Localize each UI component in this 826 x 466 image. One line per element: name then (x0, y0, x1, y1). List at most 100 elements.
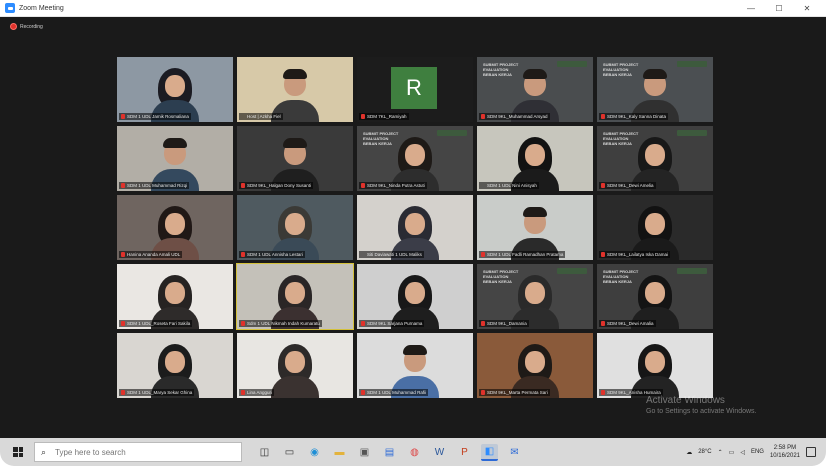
muted-mic-icon (481, 114, 485, 119)
maximize-button[interactable]: ☐ (774, 0, 784, 17)
network-icon[interactable]: ▭ (729, 449, 735, 456)
participant-name-text: SDM 9KL_Lailatya Iska Damai (607, 252, 669, 257)
muted-mic-icon (601, 390, 605, 395)
participant-name: SDM 7KL_Ramiyah (359, 113, 409, 120)
participant-tile[interactable]: Siti Daviawati 1 UDL Maliks (357, 195, 473, 260)
zoom-icon[interactable]: ◧ (481, 443, 498, 461)
participant-tile[interactable]: Sdm 1 UDL Nikmah Indah Kumaratu (236, 263, 354, 330)
participant-tile[interactable]: SDM 9KL_Halgan Dony Susanti (237, 126, 353, 191)
participant-name-text: Sdm 1 UDL Nikmah Indah Kumaratu (247, 321, 320, 326)
muted-mic-icon (241, 183, 245, 188)
tray-chevron-icon[interactable]: ⌃ (718, 449, 723, 456)
language-indicator[interactable]: ENG (751, 449, 764, 455)
file-explorer-icon[interactable]: ▭ (281, 444, 298, 461)
window-title: Zoom Meeting (19, 4, 64, 12)
participant-tile[interactable]: SDM 1 UDL Muhammad Rizqi (117, 126, 233, 191)
participant-tile[interactable]: SUBMIT PROJECT EVALUATION BEBAN KERJA SDM 9… (477, 264, 593, 329)
muted-mic-icon (481, 252, 485, 257)
muted-mic-icon (121, 252, 125, 257)
muted-mic-icon (361, 183, 365, 188)
windows-logo-icon (13, 447, 23, 457)
overlay-line: BEBAN KERJA (603, 72, 632, 77)
minimize-button[interactable]: — (746, 0, 756, 17)
participant-tile[interactable]: R SDM 7KL_Ramiyah (357, 57, 473, 122)
edge-icon[interactable]: ◉ (306, 444, 323, 461)
record-icon (10, 23, 17, 30)
virtual-background-text: SUBMIT PROJECT EVALUATION BEBAN KERJA (483, 62, 518, 77)
participant-name-text: SDM 1 UDL_Marya Sekar Ghina (127, 390, 193, 395)
photos-icon[interactable]: ▤ (381, 444, 398, 461)
participant-name-text: SDM 1 UDL Muhammad Rizqi (127, 183, 188, 188)
participant-name: Host | Azkha Fiel (239, 113, 283, 120)
participant-tile[interactable]: SDM 1 UDL_Marya Sekar Ghina (117, 333, 233, 398)
participant-tile[interactable]: SUBMIT PROJECT EVALUATION BEBAN KERJA SDM 9… (597, 126, 713, 191)
participant-tile[interactable]: Hanina Ananda Amali UDL (117, 195, 233, 260)
close-button[interactable]: ✕ (802, 0, 812, 17)
participant-name: Lina Anggun (239, 389, 275, 396)
clock-time: 2:58 PM (773, 445, 797, 451)
participant-tile[interactable]: SUBMIT PROJECT EVALUATION BEBAN KERJA SDM 9… (597, 57, 713, 122)
participant-name: SDM 9KL_Dewi Amalia (599, 320, 656, 327)
participant-name: SDM 9KL_Damania (479, 320, 529, 327)
participant-tile[interactable]: Lina Anggun (237, 333, 353, 398)
mail-icon[interactable]: ✉ (506, 444, 523, 461)
participant-tile[interactable]: SDM 1 UDL Jamik Rosmaliana (117, 57, 233, 122)
participant-name-text: SDM 9KL_Dewi Amalia (607, 321, 654, 326)
participant-tile[interactable]: SUBMIT PROJECT EVALUATION BEBAN KERJA SDM 9… (597, 264, 713, 329)
participant-tile[interactable]: Host | Azkha Fiel (237, 57, 353, 122)
participant-tile[interactable]: SDM 1 UDL_Roseta Fari Sakila (117, 264, 233, 329)
system-tray: ☁ 28°C ⌃ ▭ ◁ ENG 2:58 PM 10/16/2021 (686, 438, 816, 466)
participant-name-text: SDM 1 UDL Fadli Ramadhan Pratama (487, 252, 564, 257)
participant-tile[interactable]: SDM 9KL_Lailatya Iska Damai (597, 195, 713, 260)
overlay-badge (677, 268, 707, 274)
clock-date: 10/16/2021 (769, 453, 800, 459)
muted-mic-icon (601, 321, 605, 326)
participant-tile[interactable]: SDM 9KL Sarjana Purnama (357, 264, 473, 329)
participant-name-text: SDM 9KL_Dewi Amelia (607, 183, 654, 188)
volume-icon[interactable]: ◁ (740, 449, 745, 456)
participant-name: SDM 9KL_Marta Permata Sari (479, 389, 550, 396)
watermark-title: Activate Windows (646, 395, 725, 406)
participant-tile[interactable]: SUBMIT PROJECT EVALUATION BEBAN KERJA SDM 9… (357, 126, 473, 191)
temperature-label[interactable]: 28°C (698, 449, 711, 455)
participant-video (267, 342, 323, 398)
overlay-line: BEBAN KERJA (483, 72, 512, 77)
weather-icon[interactable]: ☁ (686, 449, 692, 456)
task-view-icon[interactable]: ◫ (256, 444, 273, 461)
participant-name: SDM 1 UDL Nini Anisyah (479, 182, 539, 189)
participant-name-text: Siti Daviawati 1 UDL Maliks (367, 252, 422, 257)
participant-name: SDM 1 UDL Annisha Lestari (239, 251, 305, 258)
participant-tile[interactable]: SDM 9KL_Anisha Humaira (597, 333, 713, 398)
search-input[interactable] (55, 447, 225, 457)
participant-tile[interactable]: SUBMIT PROJECT EVALUATION BEBAN KERJA SDM 9… (477, 57, 593, 122)
participant-name: SDM 1 UDL Jamik Rosmaliana (119, 113, 191, 120)
watermark-subtitle: Go to Settings to activate Windows. (646, 408, 757, 415)
participant-tile[interactable]: SDM 1 UDL Fadli Ramadhan Pratama (477, 195, 593, 260)
notification-icon[interactable] (806, 447, 816, 457)
taskbar-search[interactable]: ⌕ (34, 442, 242, 462)
word-icon[interactable]: W (431, 444, 448, 461)
participant-name: SDM 1 UDL_Roseta Fari Sakila (119, 320, 193, 327)
participant-name: SDM 9KL_Halgan Dony Susanti (239, 182, 314, 189)
participant-name: SDM 9KL_Kaly Sanna Dinata (599, 113, 669, 120)
participant-name-text: SDM 7KL_Ramiyah (367, 114, 407, 119)
window-titlebar[interactable]: Zoom Meeting — ☐ ✕ (0, 0, 826, 17)
start-button[interactable] (8, 438, 28, 466)
participant-name: SDM 9KL_Ninda Putra Astuti (359, 182, 427, 189)
store-icon[interactable]: ▣ (356, 444, 373, 461)
muted-mic-icon (481, 321, 485, 326)
participant-name-text: SDM 9KL_Kaly Sanna Dinata (607, 114, 667, 119)
muted-mic-icon (361, 114, 365, 119)
participant-tile[interactable]: SDM 9KL_Marta Permata Sari (477, 333, 593, 398)
powerpoint-icon[interactable]: P (456, 444, 473, 461)
participant-tile[interactable]: SDM 1 UDL Annisha Lestari (237, 195, 353, 260)
muted-mic-icon (121, 321, 125, 326)
virtual-background-text: SUBMIT PROJECT EVALUATION BEBAN KERJA (603, 62, 638, 77)
virtual-background-text: SUBMIT PROJECT EVALUATION BEBAN KERJA (363, 131, 398, 146)
participant-tile[interactable]: SDM 1 UDL Nini Anisyah (477, 126, 593, 191)
folder-icon[interactable]: ▬ (331, 444, 348, 461)
clock[interactable]: 2:58 PM 10/16/2021 (770, 444, 800, 460)
chrome-icon[interactable]: ◍ (406, 444, 423, 461)
participant-tile[interactable]: SDM 1 UDL Muhammad Rafii (357, 333, 473, 398)
recording-indicator[interactable]: Recording (10, 23, 43, 30)
